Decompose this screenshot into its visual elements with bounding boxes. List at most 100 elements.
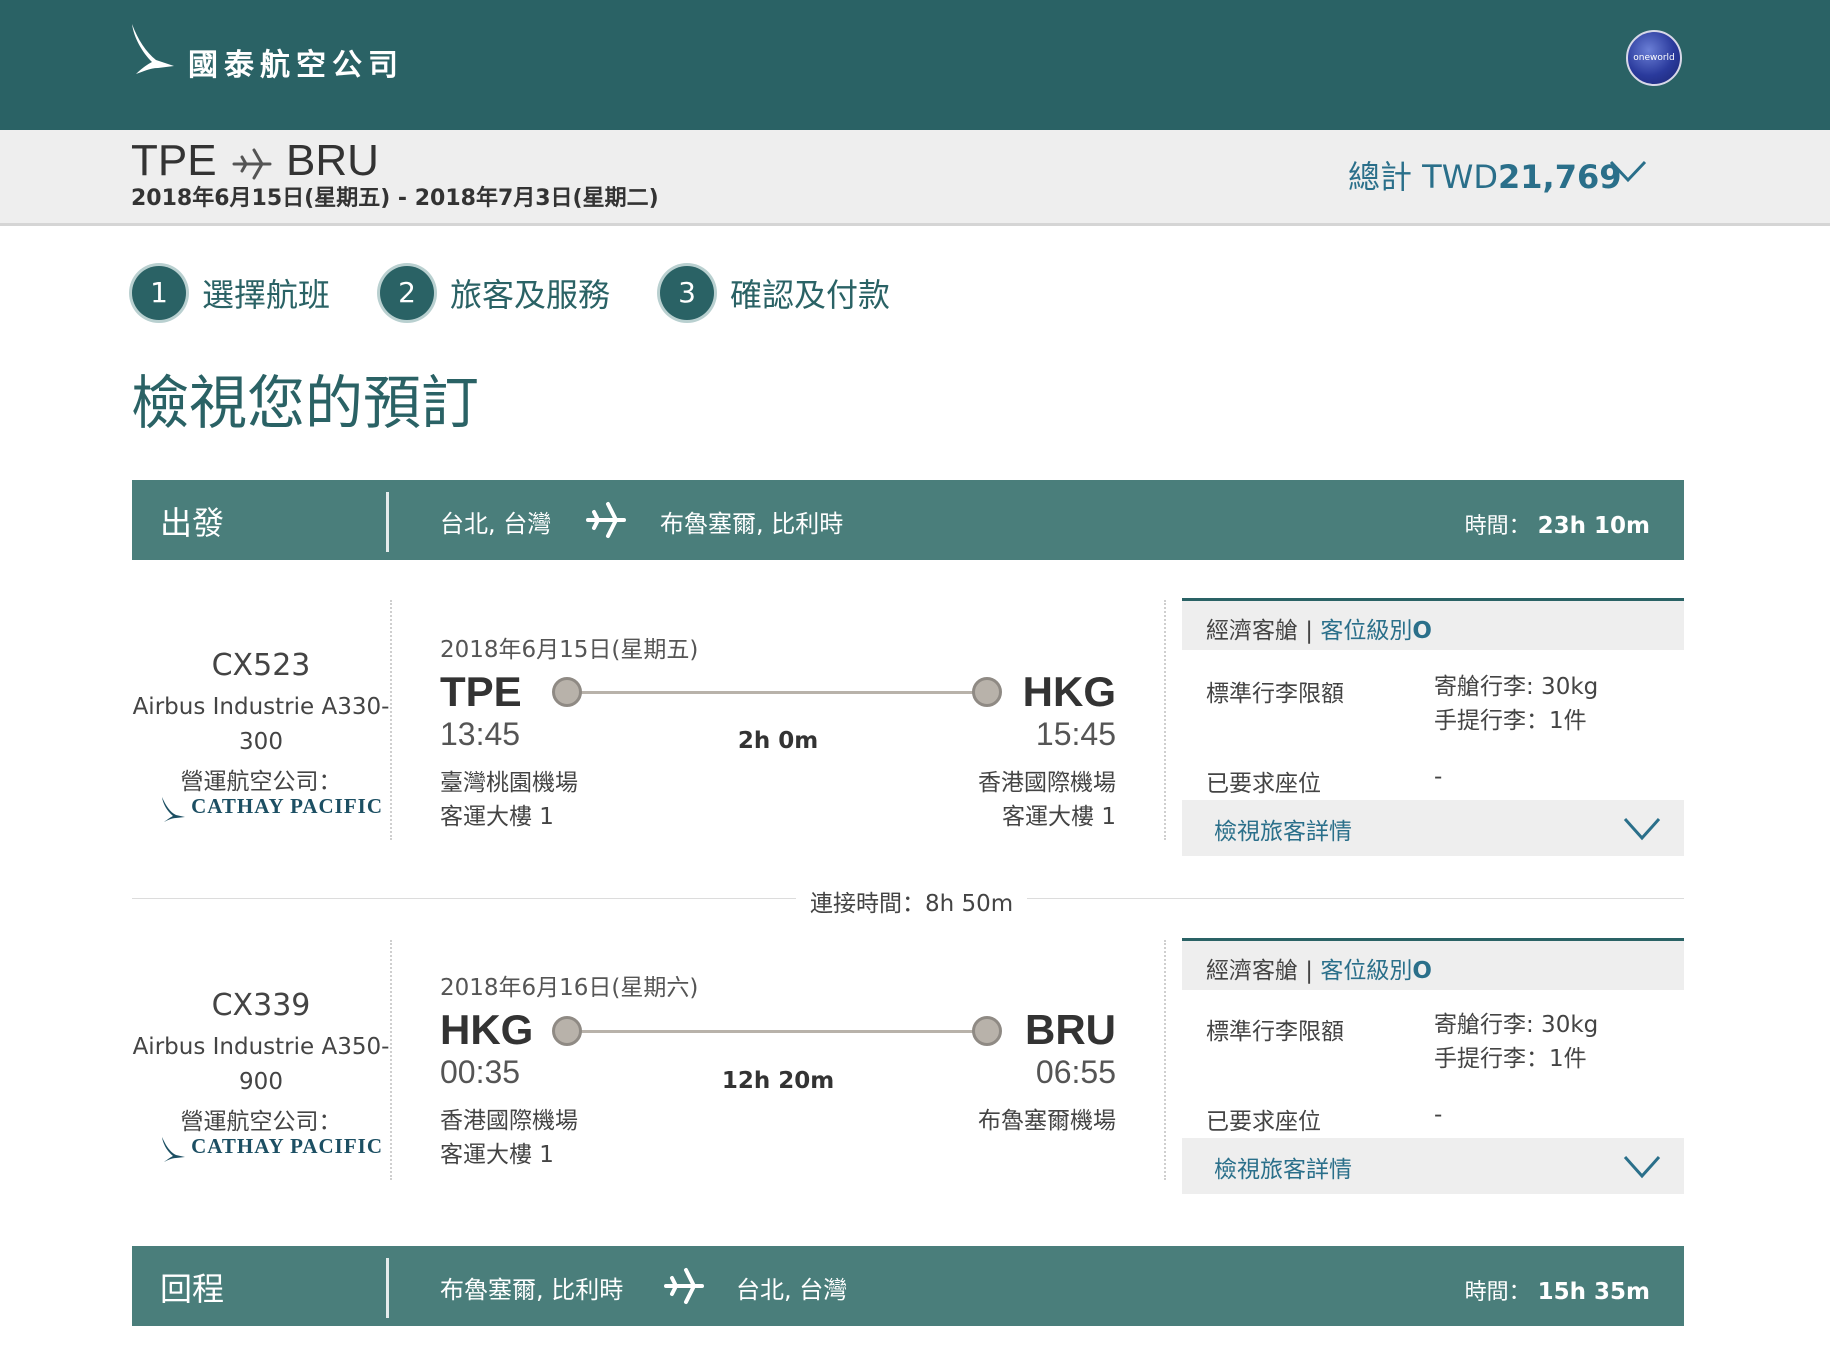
airplane-icon [662,1264,706,1312]
aircraft-line2: 300 [239,729,283,755]
step-number: 3 [660,266,714,320]
cabin: 經濟客艙 [1206,618,1298,644]
outbound-header-bar: 出發 台北, 台灣 布魯塞爾, 比利時 時間： 23h 10m [132,480,1684,560]
duration-value: 23h 10m [1537,513,1650,539]
return-header-bar: 回程 布魯塞爾, 比利時 台北, 台灣 時間： 15h 35m [132,1246,1684,1326]
seat-value: - [1434,1102,1443,1128]
divider [386,1258,389,1318]
route-line [568,691,988,694]
flight-number: CX339 [211,988,311,1023]
connection-time: 連接時間：8h 50m [796,884,1028,918]
fare-class-link[interactable]: 客位級別O [1320,958,1432,984]
aircraft-line2: 900 [239,1069,283,1095]
step-number: 2 [380,266,434,320]
terminal: 客運大樓 1 [440,804,554,830]
page-title: 檢視您的預訂 [131,369,480,437]
cabin: 經濟客艙 [1206,958,1298,984]
seat-value: - [1434,764,1443,790]
aircraft-type: Airbus Industrie A350- 900 [132,1030,390,1100]
view-passenger-details[interactable]: 檢視旅客詳情 [1182,1138,1684,1194]
total-prefix: 總計 TWD [1348,158,1499,196]
terminal: 客運大樓 1 [440,1142,554,1168]
operator-name: CATHAY PACIFIC [191,1134,384,1158]
return-to: 台北, 台灣 [736,1276,848,1304]
oneworld-logo-icon: oneworld [1626,30,1682,86]
fare-class-label: 客位級別 [1320,618,1413,644]
duration-label: 時間： [1464,1280,1531,1305]
separator: | [1298,958,1321,984]
summary-dates: 2018年6月15日(星期五) - 2018年7月3日(星期二) [131,186,659,211]
departure-dot [552,677,582,707]
brush-wing-logo-icon[interactable] [128,22,178,78]
brush-wing-icon [162,1136,185,1162]
checked-baggage: 寄艙行李: 30kg [1434,674,1599,700]
departure-code: TPE [440,668,522,715]
aircraft-type: Airbus Industrie A330- 300 [132,690,390,760]
fare-class-link[interactable]: 客位級別O [1320,618,1432,644]
terminal: 客運大樓 1 [1002,804,1116,830]
duration-value: 15h 35m [1537,1279,1650,1305]
duration-label: 時間： [1464,514,1531,539]
step-label: 選擇航班 [202,276,331,314]
step-number: 1 [132,266,186,320]
total-price-toggle[interactable]: 總計 TWD21,769 [1348,152,1622,198]
step-confirm-payment[interactable]: 3 確認及付款 [660,266,890,322]
operator-label: 營運航空公司： [180,769,342,795]
departure-airport: 香港國際機場 客運大樓 1 [440,1104,578,1172]
outbound-label: 出發 [160,504,225,542]
cathay-pacific-logo: CATHAY PACIFIC [160,794,383,822]
flight-duration: 2h 0m [737,728,819,754]
return-duration: 時間： 15h 35m [1465,1274,1650,1306]
divider [390,940,392,1180]
fare-class-header: 經濟客艙 | 客位級別O [1182,598,1684,650]
airport-name: 臺灣桃園機場 [440,770,578,796]
divider [386,492,389,552]
fare-class-label: 客位級別 [1320,958,1413,984]
airport-name: 香港國際機場 [978,770,1116,796]
baggage-allowance: 寄艙行李: 30kg 手提行李：1件 [1434,670,1598,738]
chevron-down-icon [1622,1152,1662,1184]
step-label: 旅客及服務 [450,276,611,314]
checked-baggage: 寄艙行李: 30kg [1434,1012,1599,1038]
return-label: 回程 [160,1270,225,1308]
view-details-label: 檢視旅客詳情 [1214,819,1352,845]
view-details-label: 檢視旅客詳情 [1214,1157,1352,1183]
fare-class: O [1412,618,1432,644]
arrival-time: 06:55 [1035,1054,1116,1090]
divider [1164,940,1166,1180]
arrival-airport: 香港國際機場客運大樓 1 [816,766,1116,834]
carry-on: 手提行李：1件 [1434,708,1587,734]
return-from: 布魯塞爾, 比利時 [440,1276,624,1304]
divider [1164,600,1166,840]
departure-dot [552,1016,582,1046]
step-select-flight[interactable]: 1 選擇航班 [132,266,330,322]
arrival-time: 15:45 [1035,716,1116,752]
aircraft-line1: Airbus Industrie A330- [132,694,390,720]
airport-name: 布魯塞爾機場 [978,1108,1116,1134]
arrival-dot [972,1016,1002,1046]
step-label: 確認及付款 [730,276,891,314]
arrival-airport: 布魯塞爾機場 [816,1104,1116,1138]
divider [390,600,392,840]
view-passenger-details[interactable]: 檢視旅客詳情 [1182,800,1684,856]
total-amount: 21,769 [1498,158,1622,196]
chevron-down-icon [1622,814,1662,846]
step-passengers-services[interactable]: 2 旅客及服務 [380,266,610,322]
seat-label: 已要求座位 [1206,1109,1321,1135]
chevron-down-icon[interactable] [1608,156,1648,190]
departure-airport: 臺灣桃園機場 客運大樓 1 [440,766,578,834]
baggage-label: 標準行李限額 [1206,681,1344,707]
summary-origin: TPE [131,136,217,185]
flight-number: CX523 [211,648,311,683]
flight-duration: 12h 20m [721,1068,835,1094]
aircraft-line1: Airbus Industrie A350- [132,1034,390,1060]
airport-name: 香港國際機場 [440,1108,578,1134]
brand-name: 國泰航空公司 [188,48,404,83]
fare-class: O [1412,958,1432,984]
carry-on: 手提行李：1件 [1434,1046,1587,1072]
seat-label: 已要求座位 [1206,771,1321,797]
arrival-dot [972,677,1002,707]
departure-time: 00:35 [440,1054,521,1090]
departure-code: HKG [440,1006,534,1053]
cathay-pacific-logo: CATHAY PACIFIC [160,1134,383,1162]
